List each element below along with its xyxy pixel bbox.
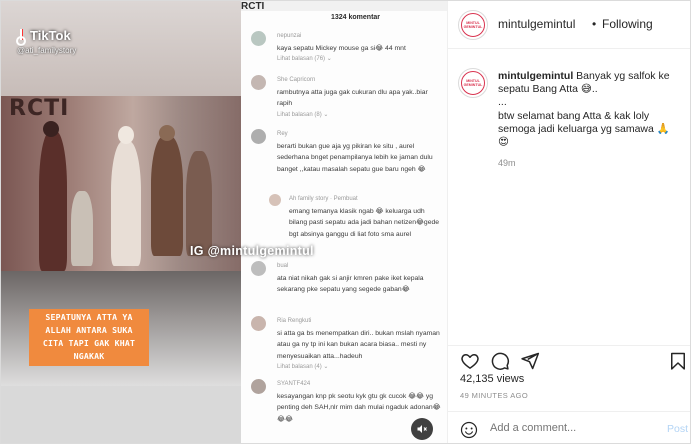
caption-line: btw selamat bang Atta & kak loly semoga … xyxy=(498,109,670,135)
tiktok-icon xyxy=(15,28,27,46)
person-figure xyxy=(71,191,93,266)
person-head xyxy=(159,125,175,141)
avatar-logo-text: MINTUL GEMINTUL xyxy=(463,79,483,87)
post-sidebar: MINTUL GEMINTUL mintulgemintul • Followi… xyxy=(447,1,690,443)
tiktok-watermark: TikTok xyxy=(15,28,71,46)
comment-icon[interactable] xyxy=(490,351,510,371)
share-icon[interactable] xyxy=(520,351,540,371)
comment-replies: Lihat balasan (8) ⌄ xyxy=(277,111,329,118)
comment-item: Ria Rengkuti si atta ga bs menempatkan d… xyxy=(251,316,441,374)
person-figure xyxy=(111,141,141,266)
post-header: MINTUL GEMINTUL mintulgemintul • Followi… xyxy=(448,1,690,49)
view-count[interactable]: 42,135 views xyxy=(460,373,524,385)
comment-replies: Lihat balasan (4) ⌄ xyxy=(277,364,329,370)
add-comment-input[interactable] xyxy=(490,422,660,434)
video-caption-line: ALLAH ANTARA SUKA xyxy=(45,325,133,335)
comments-screenshot-topbar: RCTI xyxy=(241,1,447,12)
comment-user: Rey xyxy=(277,131,288,137)
comment-text: emang temanya klasik ngab 😂 keluarga udh… xyxy=(289,207,440,238)
comments-count: 1324 komentar xyxy=(331,14,381,21)
comment-user: bual xyxy=(277,263,289,269)
person-figure xyxy=(186,151,212,256)
comments-header-logo: RCTI xyxy=(241,1,265,12)
avatar xyxy=(251,316,266,331)
emoji-icon[interactable] xyxy=(460,421,478,439)
station-logo: RCTI xyxy=(9,96,70,121)
person-figure xyxy=(39,131,67,271)
comment-user: She Capricorn xyxy=(277,77,316,83)
comment-text: kaya sepatu Mickey mouse ga si😂 44 mnt xyxy=(277,44,406,52)
avatar-logo-text: MINTUL GEMINTUL xyxy=(463,21,483,29)
video-caption-line: SEPATUNYA ATTA YA xyxy=(45,312,133,322)
post-media[interactable]: RCTI TikTok @ati_familystory SEPATUNYA A… xyxy=(1,1,447,443)
header-username[interactable]: mintulgemintul xyxy=(498,17,575,31)
caption-username[interactable]: mintulgemintul xyxy=(498,70,573,82)
caption-text: mintulgemintul Banyak yg salfok ke sepat… xyxy=(498,70,688,149)
avatar xyxy=(251,379,266,394)
video-caption-line: NGAKAK xyxy=(73,351,105,361)
comment-user: Ria Rengkuti xyxy=(277,318,312,324)
comment-user: SYANTF424 xyxy=(277,381,311,387)
avatar xyxy=(251,261,266,276)
comment-item: Ah family story · Pembuat emang temanya … xyxy=(251,194,441,240)
video-frame: RCTI TikTok @ati_familystory SEPATUNYA A… xyxy=(1,1,241,443)
comment-text: berarti bukan gue aja yg pikiran ke situ… xyxy=(277,142,433,173)
comment-item: nepunzai kaya sepatu Mickey mouse ga si😂… xyxy=(251,31,441,66)
video-caption: SEPATUNYA ATTA YA ALLAH ANTARA SUKA CITA… xyxy=(29,309,149,366)
header-separator: • xyxy=(592,17,597,31)
video-bottom-area xyxy=(1,386,241,443)
comment-item: SYANTF424 kesayangan knp pk seotu kyk gt… xyxy=(251,379,441,425)
watermark-text: IG @mintulgemintul xyxy=(190,244,314,258)
action-bar xyxy=(448,345,690,373)
comment-item: Rey berarti bukan gue aja yg pikiran ke … xyxy=(251,129,441,175)
tiktok-brand: TikTok xyxy=(30,28,71,43)
avatar-logo: MINTUL GEMINTUL xyxy=(461,13,485,37)
bookmark-icon[interactable] xyxy=(668,351,688,371)
heart-icon[interactable] xyxy=(460,351,480,371)
person-head xyxy=(43,121,59,137)
video-caption-line: CITA TAPI GAK KHAT xyxy=(42,338,136,348)
avatar-logo: MINTUL GEMINTUL xyxy=(461,71,485,95)
person-head xyxy=(118,126,134,144)
post-comment-button[interactable]: Post xyxy=(667,423,688,435)
following-button[interactable]: Following xyxy=(602,17,653,31)
sound-toggle-button[interactable] xyxy=(411,418,433,440)
avatar xyxy=(251,31,266,46)
comment-item: She Capricorn rambutnya atta juga gak cu… xyxy=(251,75,441,121)
comment-text: si atta ga bs menempatkan diri.. bukan m… xyxy=(277,329,440,360)
caption-emoji: 😍 xyxy=(498,136,509,149)
sound-off-icon xyxy=(417,425,427,433)
instagram-watermark: IG @mintulgemintul xyxy=(190,244,314,258)
add-comment-bar: Post xyxy=(448,411,690,443)
comments-screenshot: RCTI 1324 komentar nepunzai kaya sepatu … xyxy=(241,1,447,443)
comment-user: Ah family story · Pembuat xyxy=(289,196,358,202)
comment-text: rambutnya atta juga gak cukuran dlu apa … xyxy=(277,88,428,108)
comment-text: ata niat nikah gak si anjir kmren pake i… xyxy=(277,274,424,294)
avatar xyxy=(251,129,266,144)
tiktok-username: @ati_familystory xyxy=(17,46,77,55)
avatar xyxy=(251,75,266,90)
person-figure xyxy=(151,136,183,256)
post-date[interactable]: 49 MINUTES AGO xyxy=(460,391,528,400)
comment-replies: Lihat balasan (76) ⌄ xyxy=(277,56,332,62)
avatar[interactable]: MINTUL GEMINTUL xyxy=(458,10,488,40)
comment-item: bual ata niat nikah gak si anjir kmren p… xyxy=(251,261,441,296)
avatar xyxy=(269,194,281,206)
caption-timestamp[interactable]: 49m xyxy=(498,158,516,168)
avatar[interactable]: MINTUL GEMINTUL xyxy=(458,68,488,98)
comment-user: nepunzai xyxy=(277,33,302,39)
post-window: RCTI TikTok @ati_familystory SEPATUNYA A… xyxy=(0,0,691,444)
caption-line: ... xyxy=(498,96,507,109)
